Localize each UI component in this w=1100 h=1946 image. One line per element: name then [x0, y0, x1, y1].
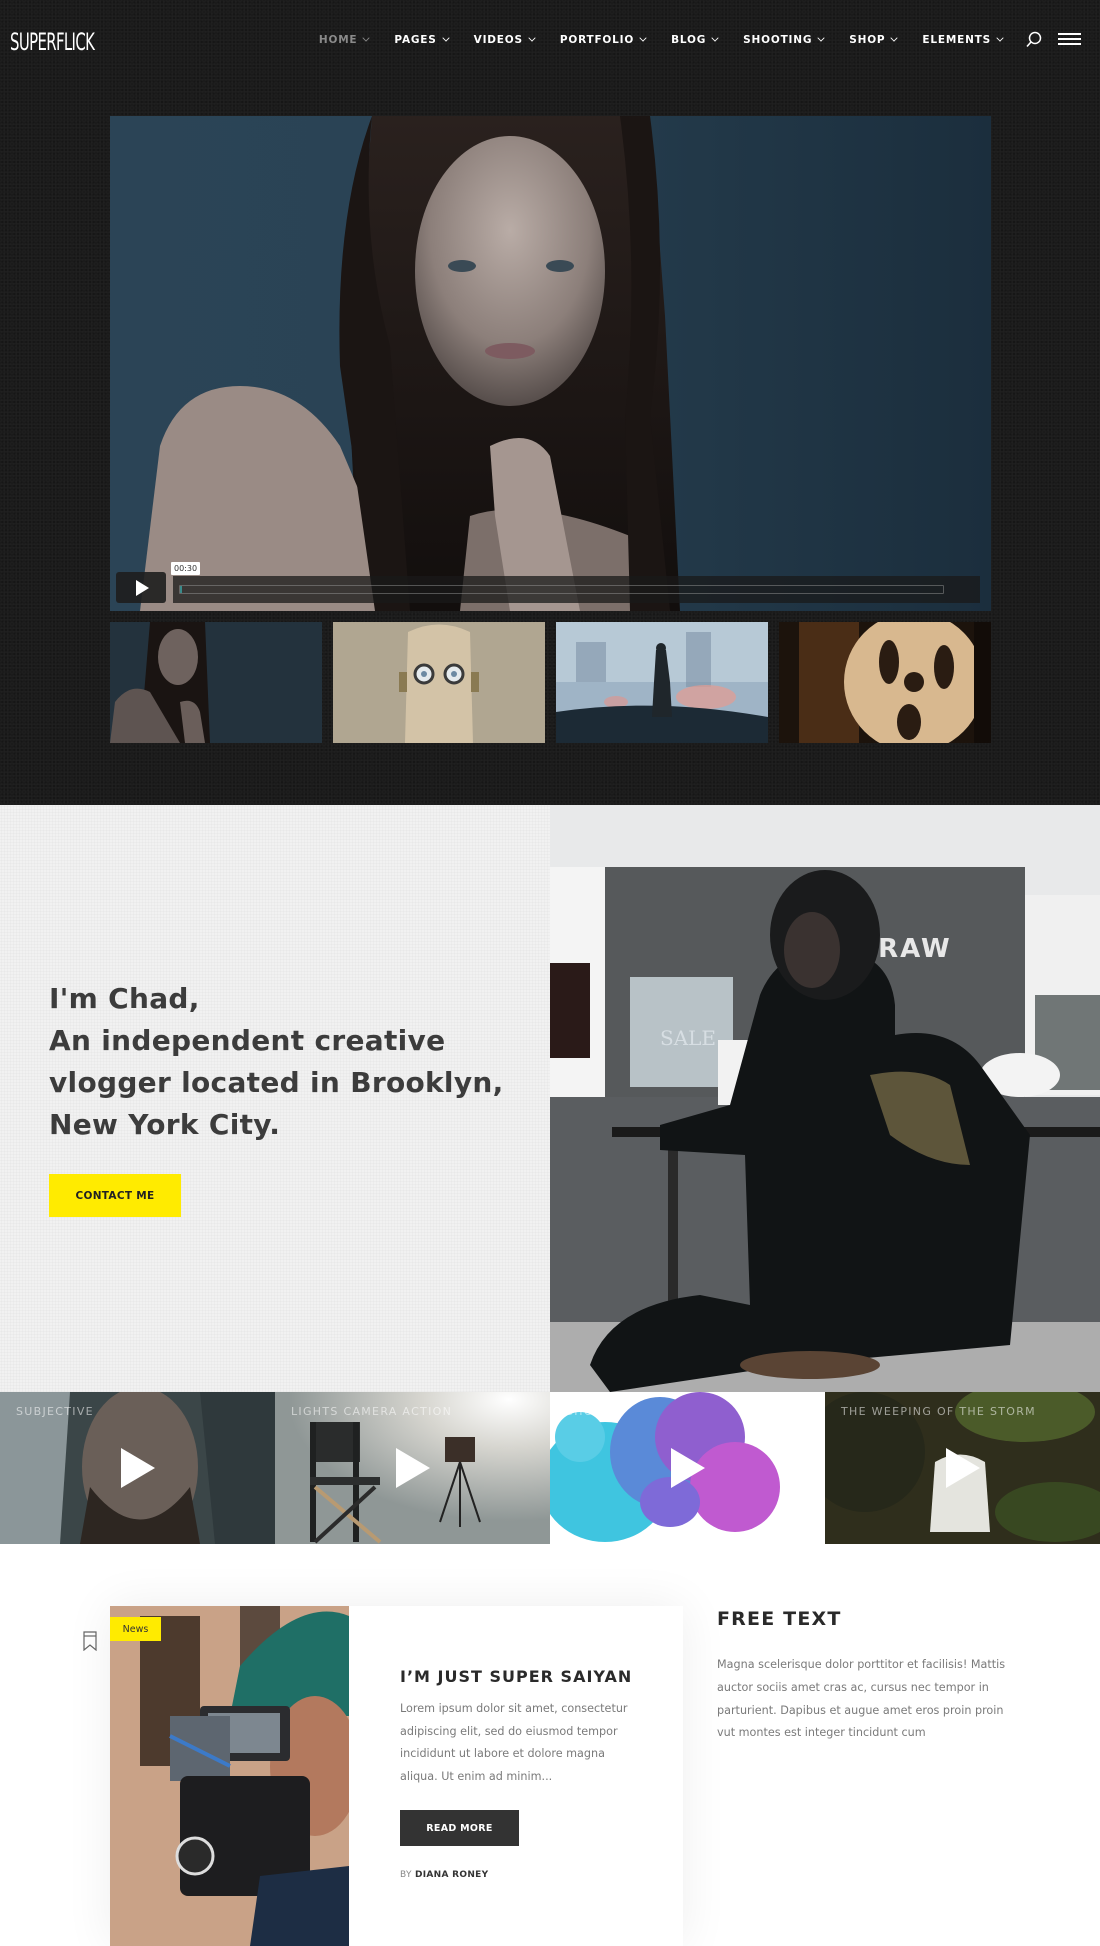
- thumbnail-robot[interactable]: [333, 622, 545, 743]
- about-section: I'm Chad, An independent creative vlogge…: [0, 805, 1100, 1392]
- post-title[interactable]: I’M JUST SUPER SAIYAN: [400, 1667, 660, 1686]
- author-link[interactable]: DIANA RONEY: [415, 1870, 489, 1880]
- nav-item-pages[interactable]: PAGES: [394, 30, 450, 50]
- nav-label: ELEMENTS: [922, 34, 991, 46]
- post-featured-image[interactable]: [110, 1606, 349, 1946]
- post-excerpt: Lorem ipsum dolor sit amet, consectetur …: [400, 1702, 628, 1783]
- video-player[interactable]: 00:30: [110, 116, 991, 611]
- category-badge[interactable]: News: [110, 1617, 161, 1641]
- nav-item-elements[interactable]: ELEMENTS: [922, 30, 1004, 50]
- nav-label: PAGES: [394, 34, 437, 46]
- about-text-panel: I'm Chad, An independent creative vlogge…: [0, 805, 550, 1392]
- heading-line: I'm Chad,: [49, 982, 200, 1015]
- video-tile[interactable]: SHORES: [550, 1392, 825, 1544]
- thumbnail-image: [110, 622, 322, 743]
- nav-label: SHOP: [849, 34, 886, 46]
- chevron-down-icon: [442, 34, 450, 42]
- thumbnail-woman[interactable]: [110, 622, 322, 743]
- hamburger-line: [1058, 43, 1081, 45]
- widget-title: FREE TEXT: [717, 1608, 842, 1630]
- chevron-down-icon: [817, 34, 825, 42]
- heading-line: vlogger located in Brooklyn,: [49, 1066, 504, 1099]
- play-icon[interactable]: [946, 1448, 980, 1488]
- blog-section: News I’M JUST SUPER SAIYAN Lorem ipsum d…: [0, 1544, 1100, 1946]
- chevron-down-icon: [711, 34, 719, 42]
- nav-item-shop[interactable]: SHOP: [849, 30, 899, 50]
- nav-label: HOME: [318, 34, 358, 46]
- search-button[interactable]: [1024, 30, 1044, 50]
- tile-title: SUBJECTIVE: [16, 1405, 94, 1418]
- progress-fill: [180, 586, 183, 593]
- chevron-down-icon: [890, 34, 899, 42]
- chevron-down-icon: [362, 34, 371, 42]
- video-tile[interactable]: LIGHTS CAMERA ACTION: [275, 1392, 550, 1544]
- svg-text:SALE: SALE: [660, 1026, 716, 1050]
- thumbnail-image: [333, 622, 545, 743]
- hero-section: SUPERFLICK HOME PAGES VIDEOS PORTFOLIO B…: [0, 0, 1100, 805]
- nav-label: SHOOTING: [743, 34, 813, 46]
- video-controls: 00:30: [116, 562, 983, 604]
- video-poster-image: [140, 116, 680, 611]
- thumbnail-image: [779, 622, 991, 743]
- about-photo: R RAW SALE: [550, 805, 1100, 1392]
- video-thumbnail-strip: [110, 622, 991, 743]
- current-time-tooltip: 00:30: [171, 562, 201, 575]
- contact-me-button[interactable]: CONTACT ME: [49, 1174, 181, 1217]
- tile-title: SHORES: [566, 1405, 620, 1418]
- chevron-down-icon: [528, 34, 536, 42]
- tile-title: THE WEEPING OF THE STORM: [841, 1405, 1036, 1418]
- nav-label: BLOG: [671, 34, 707, 46]
- hamburger-menu-button[interactable]: [1058, 32, 1082, 48]
- heading-line: An independent creative: [49, 1024, 446, 1057]
- post-byline: BY DIANA RONEY: [400, 1870, 488, 1880]
- tile-title: LIGHTS CAMERA ACTION: [291, 1405, 453, 1418]
- nav-item-home[interactable]: HOME: [318, 30, 371, 50]
- search-icon: [1026, 31, 1042, 48]
- nav-item-shooting[interactable]: SHOOTING: [743, 30, 825, 50]
- site-header: SUPERFLICK HOME PAGES VIDEOS PORTFOLIO B…: [0, 0, 1100, 80]
- cameraman-photo: [110, 1606, 349, 1946]
- play-button[interactable]: [116, 572, 166, 603]
- play-icon[interactable]: [121, 1448, 155, 1488]
- nav-label: PORTFOLIO: [559, 34, 635, 46]
- nav-label: VIDEOS: [473, 34, 523, 46]
- hamburger-line: [1058, 38, 1081, 40]
- play-icon[interactable]: [671, 1448, 705, 1488]
- bookmark-button[interactable]: [83, 1631, 97, 1652]
- thumbnail-soldier[interactable]: [556, 622, 768, 743]
- chevron-down-icon: [996, 34, 1004, 42]
- heading-line: New York City.: [49, 1108, 281, 1141]
- progress-track[interactable]: [179, 585, 944, 594]
- video-tile[interactable]: SUBJECTIVE: [0, 1392, 275, 1544]
- thumbnail-image: [556, 622, 768, 743]
- video-tiles-section: SUBJECTIVE LIGHTS CAMERA ACTION SHORES T…: [0, 1392, 1100, 1544]
- byline-prefix: BY: [400, 1870, 412, 1880]
- site-logo[interactable]: SUPERFLICK: [10, 27, 95, 57]
- thumbnail-film-reel[interactable]: [779, 622, 991, 743]
- widget-text: Magna scelerisque dolor porttitor et fac…: [717, 1658, 1006, 1740]
- video-tile[interactable]: THE WEEPING OF THE STORM: [825, 1392, 1100, 1544]
- bookmark-icon: [83, 1631, 97, 1652]
- nav-item-videos[interactable]: VIDEOS: [473, 30, 536, 50]
- hamburger-menu-icon: [1058, 33, 1081, 35]
- vlogger-photo: R RAW SALE: [550, 805, 1100, 1392]
- video-progress-bar[interactable]: [173, 576, 980, 603]
- read-more-button[interactable]: READ MORE: [400, 1810, 519, 1846]
- play-icon[interactable]: [396, 1448, 430, 1488]
- about-heading: I'm Chad, An independent creative vlogge…: [49, 978, 519, 1146]
- main-nav: HOME PAGES VIDEOS PORTFOLIO BLOG SHOOTIN…: [294, 30, 1004, 50]
- nav-item-portfolio[interactable]: PORTFOLIO: [559, 30, 647, 50]
- chevron-down-icon: [639, 34, 647, 42]
- nav-item-blog[interactable]: BLOG: [671, 30, 719, 50]
